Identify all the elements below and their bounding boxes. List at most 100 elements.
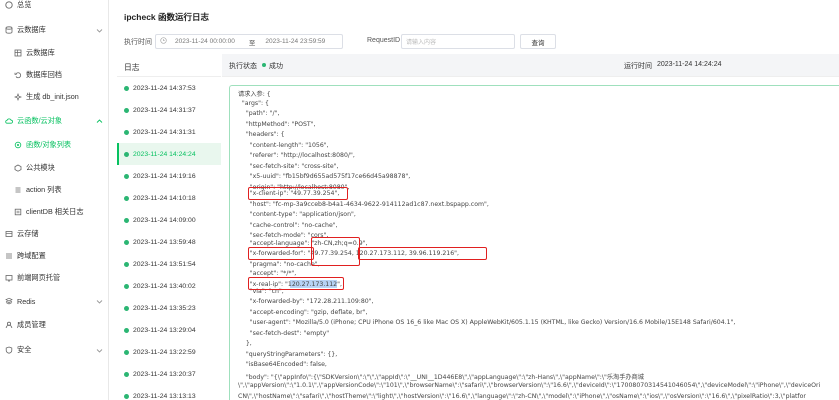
sidebar-item-security[interactable]: 安全 bbox=[0, 339, 109, 361]
sidebar-item-cross-domain[interactable]: 跨域配置 bbox=[0, 245, 109, 267]
code-line: "headers": { bbox=[238, 131, 285, 138]
sidebar-item-db-rollback[interactable]: 数据库回档 bbox=[0, 64, 109, 86]
log-list-heading: 日志 bbox=[124, 63, 140, 72]
members-icon bbox=[4, 321, 13, 330]
log-list-item[interactable]: 2023-11-24 14:37:53 bbox=[117, 77, 221, 99]
log-list-item[interactable]: 2023-11-24 14:31:37 bbox=[117, 99, 221, 121]
log-list-item[interactable]: 2023-11-24 13:59:48 bbox=[117, 231, 221, 253]
code-line: "isBase64Encoded": false, bbox=[238, 361, 327, 368]
sidebar-item-common-modules[interactable]: 公共模块 bbox=[0, 157, 109, 179]
log-list-item[interactable]: 2023-11-24 14:09:00 bbox=[117, 209, 221, 231]
request-id-input[interactable]: 请输入内容 bbox=[401, 34, 515, 49]
table-icon bbox=[13, 49, 22, 58]
log-list-item[interactable]: 2023-11-24 14:10:18 bbox=[117, 187, 221, 209]
sidebar-item-label: 公共模块 bbox=[26, 163, 55, 172]
web-hosting-icon bbox=[4, 274, 13, 283]
exec-time-label: 执行时间 bbox=[124, 39, 152, 46]
success-dot bbox=[124, 217, 129, 223]
date-end[interactable]: 2023-11-24 23:59:59 bbox=[265, 38, 325, 45]
sidebar-item-label: Redis bbox=[17, 296, 36, 306]
sidebar-item-label: 跨域配置 bbox=[17, 251, 46, 260]
code-line: "body": "{\"appInfo\":{\"SDKVersion\":\"… bbox=[238, 373, 644, 381]
success-dot bbox=[124, 129, 129, 135]
log-list-item[interactable]: 2023-11-24 14:19:16 bbox=[117, 165, 221, 187]
calendar-icon bbox=[160, 37, 169, 46]
log-time: 2023-11-24 13:22:59 bbox=[133, 348, 196, 356]
query-button[interactable]: 查询 bbox=[520, 34, 556, 49]
sidebar-item-label: 云数据库 bbox=[26, 48, 55, 57]
code-line: "queryStringParameters": {}, bbox=[238, 350, 338, 358]
log-list-header: 日志 bbox=[117, 54, 221, 77]
sidebar-item-label: 总览 bbox=[17, 0, 32, 9]
sidebar-group-cloud-functions[interactable]: 云函数/云对象 bbox=[0, 110, 109, 132]
shield-icon bbox=[4, 346, 13, 355]
log-time: 2023-11-24 13:40:02 bbox=[133, 282, 196, 290]
success-dot bbox=[124, 305, 129, 311]
log-time: 2023-11-24 13:35:23 bbox=[133, 304, 196, 312]
function-list-icon bbox=[13, 141, 22, 150]
status-label: 执行状态 bbox=[229, 63, 257, 70]
success-dot bbox=[124, 151, 129, 157]
log-time: 2023-11-24 14:10:18 bbox=[133, 194, 196, 202]
success-dot bbox=[124, 239, 129, 245]
log-time: 2023-11-24 14:31:31 bbox=[133, 128, 196, 136]
log-time: 2023-11-24 14:31:37 bbox=[133, 106, 196, 114]
code-line: "content-type": "application/json", bbox=[238, 211, 356, 218]
code-line: "pragma": "no-cache", bbox=[238, 260, 320, 268]
sidebar-item-db-init[interactable]: 生成 db_init.json bbox=[0, 86, 109, 108]
run-time-value: 2023-11-24 14:24:24 bbox=[657, 61, 722, 68]
sidebar-group-label: 云函数/云对象 bbox=[17, 116, 63, 125]
rollback-icon bbox=[13, 71, 22, 80]
log-list-item[interactable]: 2023-11-24 13:35:23 bbox=[117, 297, 221, 319]
log-list-item[interactable]: 2023-11-24 13:29:04 bbox=[117, 319, 221, 341]
sidebar-item-label: action 列表 bbox=[26, 185, 62, 194]
cloud-storage-icon bbox=[4, 230, 13, 239]
log-list-item[interactable]: 2023-11-24 14:31:31 bbox=[117, 121, 221, 143]
log-time: 2023-11-24 13:59:48 bbox=[133, 238, 196, 246]
code-line: "x5-uuid": "fb15bf9d655ad575f17ce66d45a9… bbox=[238, 173, 411, 180]
log-time: 2023-11-24 14:09:00 bbox=[133, 216, 196, 224]
code-line: \",\"appVersion\":\"1.0.1\",\"appVersion… bbox=[238, 382, 821, 389]
annotation-box-client-ip bbox=[248, 187, 348, 200]
sidebar-item-cloud-storage[interactable]: 云存储 bbox=[0, 223, 109, 245]
sidebar-item-redis[interactable]: Redis bbox=[0, 290, 109, 312]
code-line: "user-agent": "Mozilla/5.0 (iPhone; CPU … bbox=[238, 319, 736, 326]
log-icon bbox=[13, 208, 22, 217]
log-list-item[interactable]: 2023-11-24 13:22:59 bbox=[117, 341, 221, 363]
page-title: ipcheck 函数运行日志 bbox=[124, 12, 210, 22]
chevron-down-icon bbox=[95, 297, 103, 305]
sidebar-item-clientdb-logs[interactable]: clientDB 相关日志 bbox=[0, 201, 109, 223]
log-list-item-selected[interactable]: 2023-11-24 14:24:24 bbox=[117, 143, 221, 165]
sidebar-item-cloud-db[interactable]: 云数据库 bbox=[0, 42, 109, 64]
log-list-item[interactable]: 2023-11-24 13:20:37 bbox=[117, 363, 221, 385]
log-list-item[interactable]: 2023-11-24 13:40:02 bbox=[117, 275, 221, 297]
request-id-label: RequestID bbox=[367, 37, 401, 44]
annotation-box-real-ip bbox=[248, 277, 344, 290]
log-list-item[interactable]: 2023-11-24 13:13:13 bbox=[117, 385, 221, 400]
sidebar-item-web-hosting[interactable]: 前端网页托管 bbox=[0, 267, 109, 289]
generate-icon bbox=[13, 93, 22, 102]
dashboard-icon bbox=[4, 1, 13, 10]
sidebar-group-cloud-db[interactable]: 云数据库 bbox=[0, 19, 109, 41]
sidebar-item-label: clientDB 相关日志 bbox=[26, 207, 84, 216]
sidebar-item-members[interactable]: 成员管理 bbox=[0, 314, 109, 336]
log-detail-code[interactable]: 请求入参: { "args": { "path": "/", "httpMeth… bbox=[229, 85, 839, 400]
chevron-up-icon bbox=[95, 117, 103, 125]
date-range-picker[interactable]: 2023-11-24 00:00:00 至 2023-11-24 23:59:5… bbox=[155, 34, 343, 49]
log-time: 2023-11-24 14:24:24 bbox=[133, 150, 196, 158]
success-dot bbox=[124, 261, 129, 267]
sidebar-item-function-list[interactable]: 函数/对象列表 bbox=[0, 134, 109, 156]
success-dot bbox=[124, 195, 129, 201]
success-dot bbox=[124, 349, 129, 355]
code-line: "path": "/", bbox=[238, 110, 280, 117]
status-dot bbox=[262, 63, 266, 67]
sidebar-item-overview[interactable]: 总览 bbox=[0, 0, 109, 16]
database-icon bbox=[4, 26, 13, 35]
success-dot bbox=[124, 327, 129, 333]
annotation-box-forwarded-for-label bbox=[248, 247, 314, 260]
log-list-item[interactable]: 2023-11-24 13:51:54 bbox=[117, 253, 221, 275]
date-start[interactable]: 2023-11-24 00:00:00 bbox=[175, 38, 235, 45]
success-dot bbox=[124, 393, 129, 399]
filter-row: 执行时间 bbox=[124, 35, 152, 49]
sidebar-item-action-list[interactable]: action 列表 bbox=[0, 179, 109, 201]
